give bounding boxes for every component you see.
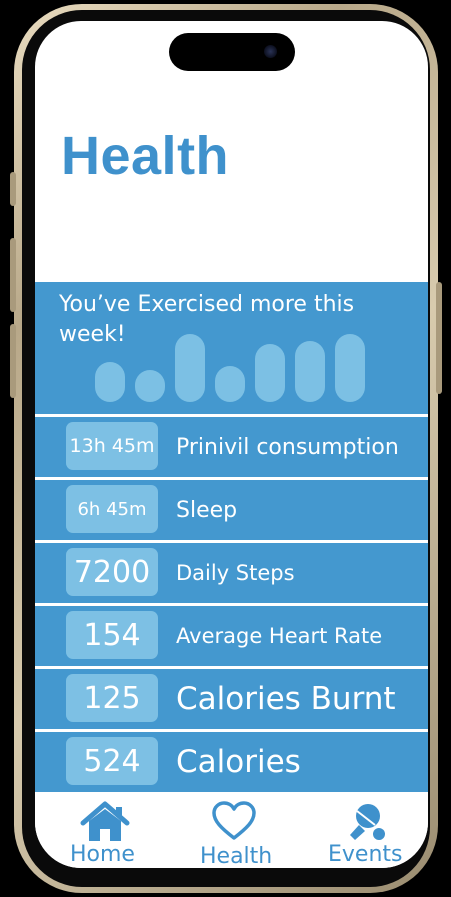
power-button — [436, 282, 442, 394]
activity-bar — [135, 370, 165, 402]
metric-row[interactable]: 154 Average Heart Rate — [35, 606, 428, 666]
front-camera-icon — [264, 45, 277, 58]
heart-icon — [212, 801, 256, 840]
exercise-summary-card[interactable]: You’ve Exercised more this week! — [35, 282, 428, 414]
page-title: Health — [61, 126, 230, 186]
metric-row[interactable]: 524 Calories — [35, 732, 428, 792]
metric-row[interactable]: 6h 45m Sleep — [35, 480, 428, 540]
tab-bar: Home Health Events — [35, 793, 428, 868]
activity-bar — [335, 334, 365, 402]
screen: Health You’ve Exercised more this week! … — [35, 21, 428, 868]
activity-bar — [215, 366, 245, 402]
metric-row[interactable]: 7200 Daily Steps — [35, 543, 428, 603]
metric-value-badge: 154 — [66, 611, 158, 659]
metric-label: Sleep — [176, 497, 238, 523]
metric-row[interactable]: 125 Calories Burnt — [35, 669, 428, 729]
tab-health-label: Health — [200, 844, 273, 868]
activity-bar — [95, 362, 125, 402]
activity-bar — [175, 334, 205, 402]
metric-value-badge: 6h 45m — [66, 485, 158, 533]
home-icon — [80, 801, 130, 841]
dynamic-island — [169, 33, 295, 71]
metric-label: Calories Burnt — [176, 681, 396, 717]
volume-up-button — [10, 238, 16, 312]
metric-value-badge: 13h 45m — [66, 422, 158, 470]
metric-label: Calories — [176, 744, 301, 780]
metric-value-badge: 524 — [66, 737, 158, 785]
tab-home-label: Home — [70, 842, 135, 867]
mute-switch — [10, 172, 16, 206]
activity-bar — [255, 344, 285, 402]
tab-home[interactable]: Home — [35, 793, 165, 868]
metric-row[interactable]: 13h 45m Prinivil consumption — [35, 417, 428, 477]
volume-down-button — [10, 324, 16, 398]
metric-label: Prinivil consumption — [176, 434, 399, 460]
metric-label: Average Heart Rate — [176, 624, 383, 648]
metric-value-badge: 7200 — [66, 548, 158, 596]
activity-bar — [295, 341, 325, 402]
weekly-activity-bars — [95, 322, 375, 402]
tab-health[interactable]: Health — [165, 793, 305, 868]
tab-events[interactable]: Events — [305, 793, 428, 868]
metric-value-badge: 125 — [66, 674, 158, 722]
metric-label: Daily Steps — [176, 561, 295, 585]
ping-pong-icon — [350, 804, 385, 840]
tab-events-label: Events — [328, 842, 403, 867]
